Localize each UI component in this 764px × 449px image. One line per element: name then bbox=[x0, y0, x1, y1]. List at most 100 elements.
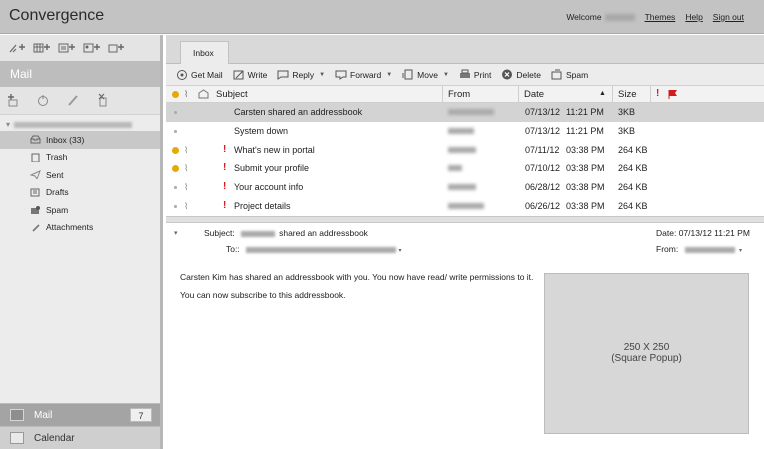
message-row[interactable]: System down 07/13/12 11:21 PM 3KB bbox=[166, 122, 764, 141]
attachment-column-icon[interactable]: ⌇ bbox=[184, 89, 188, 100]
flag-column-icon[interactable] bbox=[668, 89, 678, 101]
message-row[interactable]: ⌇! Your account info 06/28/12 03:38 PM 264 K… bbox=[166, 178, 764, 197]
sender-blurred bbox=[448, 127, 474, 134]
read-dot-icon[interactable] bbox=[174, 111, 177, 114]
attachment-icon: ⌇ bbox=[184, 182, 189, 193]
get-mail-button[interactable]: Get Mail bbox=[176, 69, 223, 80]
nav-calendar[interactable]: Calendar bbox=[0, 426, 160, 449]
get-mail-label: Get Mail bbox=[191, 69, 223, 80]
calendar-icon bbox=[10, 432, 24, 444]
status-column-icon[interactable] bbox=[198, 89, 209, 101]
sender-dropdown-icon[interactable]: ▾ bbox=[739, 248, 742, 254]
pane-splitter[interactable] bbox=[166, 215, 764, 223]
new-contact-icon[interactable] bbox=[83, 42, 100, 54]
delete-button[interactable]: Delete bbox=[501, 69, 541, 80]
sort-ascending-icon[interactable]: ▲ bbox=[599, 90, 606, 97]
forward-dropdown-icon[interactable]: ▼ bbox=[386, 72, 392, 78]
delete-icon bbox=[501, 69, 513, 80]
message-time: 03:38 PM bbox=[566, 200, 605, 211]
themes-link[interactable]: Themes bbox=[645, 12, 676, 22]
folder-label: Inbox (33) bbox=[46, 134, 85, 145]
get-mail-icon bbox=[176, 69, 188, 80]
collapse-header-icon[interactable]: ▾ bbox=[174, 229, 178, 237]
message-date: 07/13/12 bbox=[525, 107, 561, 117]
ad-size-label: 250 X 250 bbox=[623, 342, 670, 354]
read-dot-icon[interactable] bbox=[174, 204, 177, 208]
column-divider[interactable] bbox=[650, 86, 651, 103]
folder-trash[interactable]: Trash bbox=[0, 149, 160, 167]
new-calendar-icon[interactable] bbox=[33, 42, 50, 54]
unread-dot-icon[interactable] bbox=[172, 146, 179, 154]
folder-label: Attachments bbox=[46, 222, 94, 233]
delete-folder-icon[interactable] bbox=[96, 93, 110, 109]
reply-icon bbox=[277, 69, 289, 80]
message-subject: System down bbox=[234, 125, 289, 136]
attachment-icon: ⌇ bbox=[184, 144, 189, 155]
reply-dropdown-icon[interactable]: ▼ bbox=[319, 72, 325, 78]
folder-label: Spam bbox=[46, 204, 69, 215]
new-folder-icon[interactable] bbox=[108, 42, 125, 54]
help-link[interactable]: Help bbox=[685, 12, 702, 22]
column-from[interactable]: From bbox=[448, 89, 470, 100]
new-task-icon[interactable] bbox=[58, 42, 75, 54]
forward-button[interactable]: Forward ▼ bbox=[335, 69, 392, 80]
sign-out-link[interactable]: Sign out bbox=[713, 12, 744, 22]
move-button[interactable]: Move ▼ bbox=[402, 69, 449, 80]
message-subject: Submit your profile bbox=[234, 163, 310, 174]
message-row[interactable]: ⌇! Submit your profile 07/10/12 03:38 PM 264… bbox=[166, 159, 764, 178]
user-name-blurred bbox=[604, 14, 635, 22]
read-dot-icon[interactable] bbox=[174, 129, 177, 133]
write-button[interactable]: Write bbox=[233, 69, 267, 80]
move-dropdown-icon[interactable]: ▼ bbox=[443, 72, 449, 78]
account-row[interactable]: ▾ bbox=[0, 115, 160, 131]
add-folder-icon[interactable] bbox=[6, 93, 20, 109]
folder-spam[interactable]: Spam bbox=[0, 201, 160, 219]
message-size: 264 KB bbox=[618, 163, 648, 174]
priority-column-icon[interactable]: ! bbox=[656, 88, 659, 99]
subject-text: shared an addressbook bbox=[279, 227, 368, 238]
column-divider[interactable] bbox=[612, 86, 613, 103]
folder-inbox[interactable]: Inbox (33) bbox=[0, 131, 160, 149]
body-line-2: You can now subscribe to this addressboo… bbox=[180, 289, 346, 300]
top-links: Welcome Themes Help Sign out bbox=[566, 12, 744, 22]
read-dot-icon[interactable] bbox=[174, 186, 177, 190]
forward-icon bbox=[335, 69, 347, 80]
column-subject[interactable]: Subject bbox=[216, 89, 248, 100]
unread-count-badge: 7 bbox=[130, 408, 152, 422]
message-size: 264 KB bbox=[618, 200, 648, 211]
column-divider[interactable] bbox=[442, 86, 443, 103]
attachment-icon bbox=[30, 223, 41, 232]
tab-inbox[interactable]: Inbox bbox=[180, 41, 229, 64]
sender-blurred[interactable] bbox=[684, 246, 735, 253]
message-row[interactable]: Carsten shared an addressbook 07/13/12 11:… bbox=[166, 103, 764, 122]
rename-folder-icon[interactable] bbox=[66, 93, 80, 109]
column-divider[interactable] bbox=[518, 86, 519, 103]
recipient-dropdown-icon[interactable]: ▾ bbox=[398, 248, 401, 254]
empty-folder-icon[interactable] bbox=[36, 93, 50, 109]
folder-sent[interactable]: Sent bbox=[0, 166, 160, 184]
column-size[interactable]: Size bbox=[618, 89, 636, 100]
welcome-text: Welcome bbox=[566, 12, 635, 22]
nav-mail[interactable]: Mail 7 bbox=[0, 403, 160, 426]
collapse-arrow-icon[interactable]: ▾ bbox=[6, 120, 10, 129]
folder-drafts[interactable]: Drafts bbox=[0, 184, 160, 202]
message-row[interactable]: ⌇! What's new in portal 07/11/12 03:38 PM 26… bbox=[166, 141, 764, 160]
message-list: ⌇ Subject From Date ▲ Size ! Carsten sha… bbox=[166, 86, 764, 216]
message-row[interactable]: ⌇! Project details 06/26/12 03:38 PM 264 KB bbox=[166, 197, 764, 216]
message-time: 03:38 PM bbox=[566, 144, 605, 155]
ad-placeholder[interactable]: 250 X 250 (Square Popup) bbox=[544, 272, 749, 434]
sidebar: Mail ▾ Inbox (33) Trash Sent Drafts Spam Atta… bbox=[0, 35, 163, 449]
trash-icon bbox=[30, 153, 41, 163]
reply-button[interactable]: Reply ▼ bbox=[277, 69, 325, 80]
sidebar-toolbar bbox=[0, 35, 160, 61]
unread-dot-icon[interactable] bbox=[172, 165, 179, 173]
recipient-blurred[interactable] bbox=[246, 246, 397, 253]
bottom-nav: Mail 7 Calendar bbox=[0, 403, 160, 449]
folder-attachments[interactable]: Attachments bbox=[0, 219, 160, 237]
print-button[interactable]: Print bbox=[459, 69, 491, 80]
new-mail-icon[interactable] bbox=[8, 42, 25, 54]
spam-button[interactable]: Spam bbox=[551, 69, 588, 80]
unread-column-icon[interactable] bbox=[172, 91, 179, 98]
column-date[interactable]: Date bbox=[524, 89, 544, 100]
folder-list: Inbox (33) Trash Sent Drafts Spam Attachments bbox=[0, 131, 160, 236]
